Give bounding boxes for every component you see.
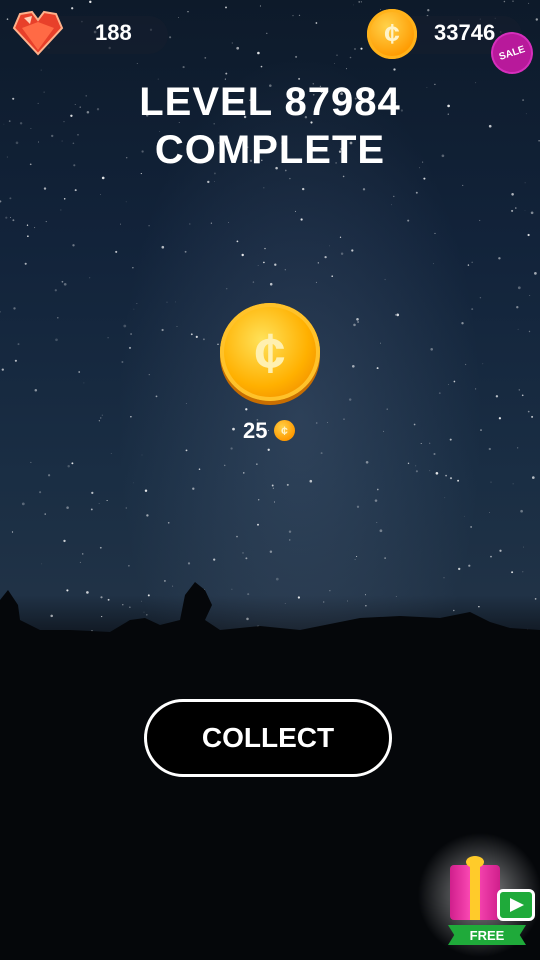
reward-amount: 25 — [243, 418, 268, 443]
play-video-icon[interactable] — [497, 889, 535, 921]
coin-count: 33746 — [434, 20, 496, 45]
coin-symbol: ¢ — [254, 320, 286, 384]
free-gift-label[interactable]: FREE — [448, 925, 526, 945]
gem-count: 188 — [95, 20, 132, 45]
small-coin-icon: ¢ — [274, 420, 295, 441]
play-triangle-icon — [510, 898, 524, 912]
coin-symbol: ¢ — [281, 423, 288, 438]
collect-button[interactable]: COLLECT — [144, 699, 392, 777]
gift-ribbon — [470, 862, 480, 920]
treeline-silhouette — [0, 582, 540, 680]
gift-bow — [466, 856, 484, 868]
complete-title: COMPLETE — [154, 128, 386, 172]
coin-symbol: ¢ — [384, 18, 400, 49]
reward-coin-icon: ¢ — [220, 303, 320, 401]
level-title: LEVEL 87984 — [139, 80, 401, 124]
heart-gem-icon — [12, 10, 64, 56]
coin-icon: ¢ — [367, 9, 417, 59]
